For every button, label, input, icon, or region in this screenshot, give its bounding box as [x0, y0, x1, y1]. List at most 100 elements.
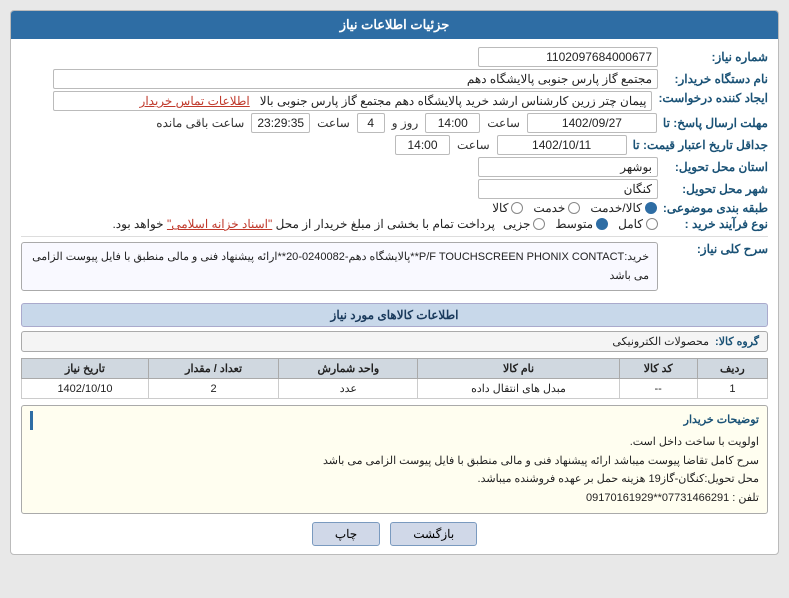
jadval-time-label: ساعت	[457, 138, 490, 152]
jadval-time-box: 14:00	[395, 135, 450, 155]
shomare-niaz-box: 1102097684000677	[478, 47, 658, 67]
sarh-label: سرح کلی نیاز:	[658, 242, 768, 256]
shahr-value: کنگان	[21, 179, 658, 199]
sarh-row: سرح کلی نیاز: خرید:P/F TOUCHSCREEN PHONI…	[21, 242, 768, 297]
sarh-value: خرید:P/F TOUCHSCREEN PHONIX CONTACT**پال…	[21, 242, 658, 297]
jadval-date-box: 1402/10/11	[497, 135, 627, 155]
namdastgah-value: مجتمع گاز پارس جنوبی پالایشگاه دهم	[21, 69, 658, 89]
jadval-label: جداقل تاریخ اعتبار قیمت: تا	[627, 138, 768, 152]
radio-jozi-icon	[533, 218, 545, 230]
shahr-label: شهر محل تحویل:	[658, 182, 768, 196]
note-line1: اولویت با ساخت داخل است.	[30, 433, 759, 452]
cell-kod: --	[619, 379, 697, 399]
ijadkonande-box: پیمان چتر زرین کارشناس ارشد خرید پالایشگ…	[53, 91, 653, 111]
shomare-niaz-label: شماره نیاز:	[658, 50, 768, 64]
button-row: بازگشت چاپ	[21, 522, 768, 546]
radio-khedmat-icon	[568, 202, 580, 214]
group-label: گروه کالا:	[715, 335, 759, 348]
mohlat-label: مهلت ارسال پاسخ: تا	[657, 116, 768, 130]
farayand-jozi-label: جزیی	[503, 217, 530, 231]
page-title: جزئیات اطلاعات نیاز	[340, 17, 450, 32]
noe-farayand-row: نوع فرآیند خرید : کامل متوسط	[21, 217, 768, 231]
kala-table-body: 1--مبدل های انتقال دادهعدد21402/10/10	[22, 379, 768, 399]
col-radif: ردیف	[697, 359, 767, 379]
tabaqe-kalakhedmat-label: کالا/خدمت	[590, 201, 641, 215]
radio-kala-icon	[511, 202, 523, 214]
farayand-motevaset-label: متوسط	[555, 217, 593, 231]
mohlat-date-box: 1402/09/27	[527, 113, 657, 133]
print-button[interactable]: چاپ	[312, 522, 380, 546]
col-tarikh: تاریخ نیاز	[22, 359, 149, 379]
tabaqe-radio-kala[interactable]: کالا	[492, 201, 523, 215]
farayand-radio-jozi[interactable]: جزیی	[503, 217, 545, 231]
page-header: جزئیات اطلاعات نیاز	[11, 11, 778, 39]
group-kala-row: گروه کالا: محصولات الکترونیکی	[21, 331, 768, 352]
jadval-row: جداقل تاریخ اعتبار قیمت: تا 1402/10/11 س…	[21, 135, 768, 155]
namdastgah-label: نام دستگاه خریدار:	[658, 72, 768, 86]
farayand-kamil-label: کامل	[618, 217, 643, 231]
mohlat-remaining-label1: ساعت	[317, 116, 350, 130]
noe-farayand-note: پرداخت تمام با بخشی از مبلغ خریدار از مح…	[112, 217, 495, 231]
mohlat-day-box: 4	[357, 113, 385, 133]
note-line4: تلفن : 07731466291**09170161929	[30, 489, 759, 508]
kala-table: ردیف کد کالا نام کالا واحد شمارش تعداد /…	[21, 358, 768, 399]
table-row: 1--مبدل های انتقال دادهعدد21402/10/10	[22, 379, 768, 399]
note-label: توضیحات خریدار	[30, 411, 759, 430]
cell-tarikh: 1402/10/10	[22, 379, 149, 399]
farayand-radio-motevaset[interactable]: متوسط	[555, 217, 608, 231]
tabaqe-khedmat-label: خدمت	[533, 201, 565, 215]
col-kod: کد کالا	[619, 359, 697, 379]
ostan-label: استان محل تحویل:	[658, 160, 768, 174]
ijadkonande-label: ایجاد کننده درخواست:	[652, 91, 768, 105]
cell-naam: مبدل های انتقال داده	[418, 379, 619, 399]
tabaqe-radio-kalakhedmat[interactable]: کالا/خدمت	[590, 201, 656, 215]
jadval-value: 1402/10/11 ساعت 14:00	[21, 135, 627, 155]
radio-motevaset-icon	[596, 218, 608, 230]
ettelaat-header: اطلاعات کالاهای مورد نیاز	[21, 303, 768, 327]
namdastgah-row: نام دستگاه خریدار: مجتمع گاز پارس جنوبی …	[21, 69, 768, 89]
mohlat-value: 1402/09/27 ساعت 14:00 روز و 4 ساعت 23:29…	[21, 113, 657, 133]
ijadkonande-row: ایجاد کننده درخواست: پیمان چتر زرین کارش…	[21, 91, 768, 111]
shahr-box: کنگان	[478, 179, 658, 199]
ostan-box: بوشهر	[478, 157, 658, 177]
col-naam: نام کالا	[418, 359, 619, 379]
ijadkonande-value: پیمان چتر زرین کارشناس ارشد خرید پالایشگ…	[21, 91, 652, 111]
farayand-radio-kamil[interactable]: کامل	[618, 217, 658, 231]
asnadekhazane-link[interactable]: "اسناد خزانه اسلامی"	[167, 217, 272, 231]
radio-kamil-icon	[646, 218, 658, 230]
sarh-box: خرید:P/F TOUCHSCREEN PHONIX CONTACT**پال…	[21, 242, 658, 291]
mohlat-row: مهلت ارسال پاسخ: تا 1402/09/27 ساعت 14:0…	[21, 113, 768, 133]
tabaqe-radio-khedmat[interactable]: خدمت	[533, 201, 580, 215]
tabaqe-value: کالا/خدمت خدمت کالا	[21, 201, 657, 215]
kala-table-header-row: ردیف کد کالا نام کالا واحد شمارش تعداد /…	[22, 359, 768, 379]
cell-tedad: 2	[148, 379, 278, 399]
col-vahed: واحد شمارش	[279, 359, 418, 379]
note-line2: سرح کامل تقاضا پیوست میباشد ارائه پیشنها…	[30, 452, 759, 471]
tabaqe-kala-label: کالا	[492, 201, 508, 215]
mohlat-remaining-label2: ساعت باقی مانده	[156, 116, 244, 130]
kala-table-header: ردیف کد کالا نام کالا واحد شمارش تعداد /…	[22, 359, 768, 379]
back-button[interactable]: بازگشت	[390, 522, 477, 546]
tabaqe-row: طبقه بندی موضوعی: کالا/خدمت خدمت	[21, 201, 768, 215]
noe-farayand-value: کامل متوسط جزیی پرد	[21, 217, 658, 231]
col-tedad: تعداد / مقدار	[148, 359, 278, 379]
radio-kalakhedmat-icon	[645, 202, 657, 214]
cell-radif: 1	[697, 379, 767, 399]
tabaqe-label: طبقه بندی موضوعی:	[657, 201, 768, 215]
shahr-row: شهر محل تحویل: کنگان	[21, 179, 768, 199]
mohlat-day-label: روز و	[392, 116, 419, 130]
mohlat-time-label: ساعت	[487, 116, 520, 130]
mohlat-time-box: 14:00	[425, 113, 480, 133]
group-value: محصولات الکترونیکی	[612, 335, 709, 348]
shomare-niaz-row: شماره نیاز: 1102097684000677	[21, 47, 768, 67]
note-box: توضیحات خریدار اولویت با ساخت داخل است. …	[21, 405, 768, 513]
cell-vahed: عدد	[279, 379, 418, 399]
tamas-kharidaar-link[interactable]: اطلاعات تماس خریدار	[140, 94, 250, 108]
shomare-niaz-value: 1102097684000677	[21, 47, 658, 67]
ostan-row: استان محل تحویل: بوشهر	[21, 157, 768, 177]
namdastgah-box: مجتمع گاز پارس جنوبی پالایشگاه دهم	[53, 69, 658, 89]
mohlat-remaining-box: 23:29:35	[251, 113, 310, 133]
note-line3: محل تحویل:کنگان-گاز19 هزینه حمل بر عهده …	[30, 470, 759, 489]
noe-farayand-label: نوع فرآیند خرید :	[658, 217, 768, 231]
ostan-value: بوشهر	[21, 157, 658, 177]
